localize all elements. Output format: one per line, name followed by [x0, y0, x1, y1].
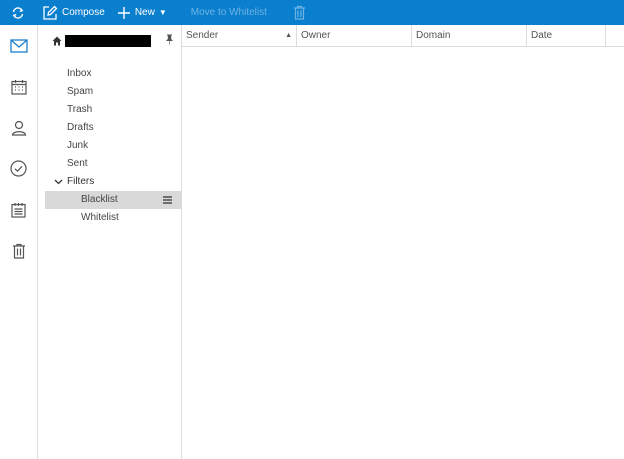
- trash-icon: [293, 5, 305, 20]
- new-label: New: [134, 7, 155, 18]
- filters-label: Filters: [67, 176, 95, 187]
- message-list: Sender ▲ Owner Domain Date: [182, 25, 624, 459]
- account-row[interactable]: [52, 34, 178, 48]
- trash-icon: [12, 243, 25, 259]
- list-header: Sender ▲ Owner Domain Date: [182, 25, 624, 47]
- folder-spam[interactable]: Spam: [38, 83, 181, 101]
- rail-contacts[interactable]: [0, 107, 37, 148]
- rail-notes[interactable]: [0, 189, 37, 230]
- folder-trash[interactable]: Trash: [38, 101, 181, 119]
- calendar-icon: [10, 79, 27, 95]
- blacklist-label: Blacklist: [81, 194, 118, 205]
- menu-icon[interactable]: [163, 196, 172, 204]
- move-to-whitelist-button[interactable]: Move to Whitelist: [191, 0, 267, 25]
- move-to-whitelist-label: Move to Whitelist: [190, 7, 267, 18]
- folder-junk[interactable]: Junk: [38, 137, 181, 155]
- folder-drafts[interactable]: Drafts: [38, 119, 181, 137]
- chevron-down-icon: ▼: [158, 8, 167, 17]
- plus-icon: [117, 6, 130, 19]
- folder-list: Inbox Spam Trash Drafts Junk Sent Filter…: [38, 65, 181, 227]
- column-domain[interactable]: Domain: [412, 25, 527, 47]
- folder-blacklist[interactable]: Blacklist: [45, 191, 181, 209]
- app-rail: [0, 25, 38, 459]
- tasks-icon: [10, 160, 27, 177]
- folder-filters[interactable]: Filters: [38, 173, 181, 191]
- notes-icon: [11, 202, 26, 218]
- rail-calendar[interactable]: [0, 66, 37, 107]
- rail-trash[interactable]: [0, 230, 37, 271]
- column-owner[interactable]: Owner: [297, 25, 412, 47]
- rail-tasks[interactable]: [0, 148, 37, 189]
- compose-label: Compose: [62, 7, 105, 18]
- folder-whitelist[interactable]: Whitelist: [38, 209, 181, 227]
- refresh-icon: [12, 6, 24, 19]
- column-date[interactable]: Date: [527, 25, 606, 47]
- rail-mail[interactable]: [0, 25, 37, 66]
- delete-button[interactable]: [293, 5, 306, 20]
- mail-icon: [9, 38, 28, 53]
- folder-pane: Inbox Spam Trash Drafts Junk Sent Filter…: [38, 25, 182, 459]
- refresh-button[interactable]: [0, 0, 36, 25]
- column-sender[interactable]: Sender ▲: [182, 25, 297, 47]
- sort-ascending-icon: ▲: [285, 32, 292, 39]
- folder-sent[interactable]: Sent: [38, 155, 181, 173]
- toolbar: Compose New ▼ Move to Whitelist: [0, 0, 624, 25]
- column-sender-label: Sender: [186, 30, 219, 41]
- compose-button[interactable]: Compose: [42, 0, 105, 25]
- folder-inbox[interactable]: Inbox: [38, 65, 181, 83]
- home-icon: [52, 36, 62, 46]
- new-button[interactable]: New ▼: [117, 0, 167, 25]
- pin-icon: [166, 34, 173, 45]
- account-name-redacted: [65, 35, 151, 47]
- pin-button[interactable]: [165, 34, 174, 48]
- contacts-icon: [11, 120, 26, 136]
- compose-icon: [43, 5, 58, 20]
- chevron-down-icon: [54, 179, 63, 185]
